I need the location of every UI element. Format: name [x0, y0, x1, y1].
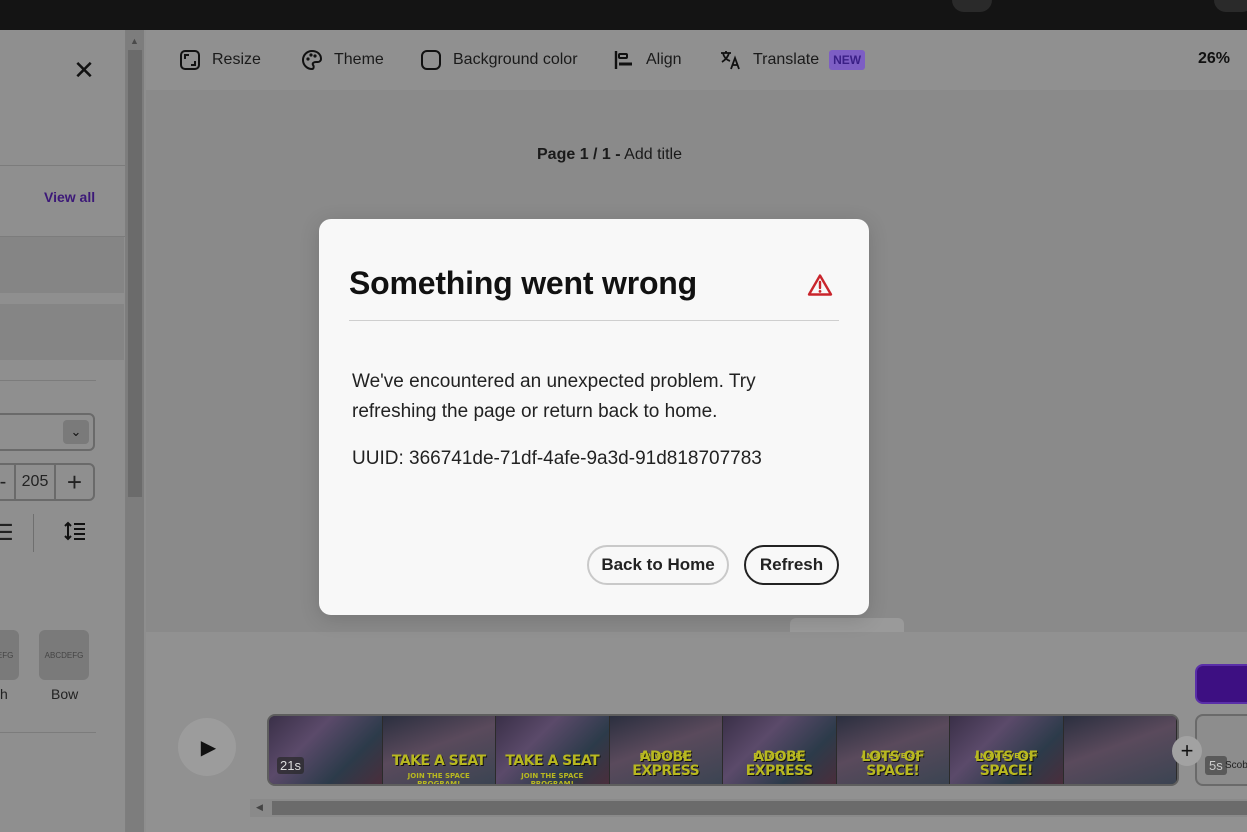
theme-label: Theme	[334, 51, 384, 68]
dialog-divider	[349, 320, 839, 321]
page-number: Page 1 / 1 -	[537, 146, 621, 163]
scrollbar-thumb[interactable]	[128, 50, 142, 497]
clip-frame: POWERED BY ADOBE EXPRESS	[723, 716, 837, 784]
left-panel-scrollbar[interactable]: ▲	[126, 30, 144, 832]
panel-option-row[interactable]	[0, 237, 124, 293]
clip-duration: 5s	[1205, 756, 1227, 775]
resize-label: Resize	[212, 51, 261, 68]
text-effect-bow[interactable]: ABCDEFG	[39, 630, 89, 680]
dialog-message: We've encountered an unexpected problem.…	[352, 371, 756, 422]
profile-avatar[interactable]	[1214, 0, 1247, 12]
font-select[interactable]: ⌄	[0, 413, 95, 451]
clip-frame: AND WE'VE GOT LOTS OF SPACE!	[836, 716, 950, 784]
panel-option-row[interactable]	[0, 304, 124, 360]
align-button[interactable]: Align	[612, 47, 682, 73]
share-button[interactable]	[1195, 664, 1247, 704]
translate-button[interactable]: Translate NEW	[719, 47, 866, 73]
play-button[interactable]: ▶	[178, 718, 236, 776]
video-clip[interactable]: JOIN THE SPACE PROGRAM! TAKE A SEAT JOIN T…	[267, 714, 1179, 786]
resize-icon	[178, 48, 202, 72]
increase-button[interactable]: +	[56, 465, 93, 499]
background-color-button[interactable]: Background color	[419, 47, 578, 73]
resize-button[interactable]: Resize	[178, 47, 261, 73]
background-swatch-icon	[419, 48, 443, 72]
timeline-scrollbar[interactable]: ◀	[250, 799, 1247, 817]
dialog-title: Something went wrong	[349, 265, 697, 301]
theme-button[interactable]: Theme	[300, 47, 384, 73]
effect-label: Bow	[51, 686, 79, 702]
align-label: Align	[646, 51, 682, 68]
frame-title: LOTS OF SPACE!	[861, 749, 925, 779]
scroll-up-icon[interactable]: ▲	[130, 36, 139, 46]
frame-thumbnail	[1063, 716, 1176, 784]
frame-title: ADOBE EXPRESS	[745, 749, 813, 779]
list-icon[interactable]: ☰	[0, 520, 14, 546]
effect-preview: ABCDEFG	[44, 650, 84, 660]
frame-title: TAKE A SEAT	[391, 753, 486, 769]
clip-duration: 21s	[277, 757, 304, 774]
editor-toolbar: Resize Theme Background color Align Tran…	[146, 30, 1247, 90]
translate-label: Translate	[753, 51, 820, 68]
frame-title: TAKE A SEAT	[505, 753, 600, 769]
frame-subtitle: JOIN THE SPACE PROGRAM!	[521, 772, 584, 784]
line-spacing-icon[interactable]	[64, 520, 86, 548]
alert-icon	[807, 273, 833, 297]
decrease-button[interactable]: -	[0, 465, 14, 499]
clip-frame: AND WE'VE GOT LOTS OF SPACE!	[950, 716, 1064, 784]
panel-divider	[33, 514, 34, 552]
scrollbar-thumb[interactable]	[272, 801, 1247, 815]
panel-divider	[0, 732, 96, 733]
effect-preview: ABCDEFG	[0, 650, 14, 660]
error-uuid: UUID: 366741de-71df-4afe-9a3d-91d8187077…	[352, 448, 762, 469]
clip-frame: JOIN THE SPACE PROGRAM! TAKE A SEAT	[496, 716, 610, 784]
app-top-bar	[0, 0, 1247, 30]
font-size-stepper[interactable]: - 205 +	[0, 463, 95, 501]
chevron-down-icon: ⌄	[63, 420, 89, 444]
close-icon[interactable]: ✕	[72, 57, 96, 83]
refresh-button[interactable]: Refresh	[744, 545, 839, 585]
palette-icon	[300, 48, 324, 72]
font-size-value[interactable]: 205	[14, 465, 56, 499]
text-effect-arch[interactable]: ABCDEFG	[0, 630, 19, 680]
page-label: Page 1 / 1 - Add title	[537, 146, 682, 164]
background-color-label: Background color	[453, 51, 578, 68]
clip-frame: POWERED BY ADOBE EXPRESS	[609, 716, 723, 784]
play-icon: ▶	[200, 736, 217, 759]
add-title-link[interactable]: Add title	[624, 146, 682, 163]
video-clip[interactable]: 5s Scob	[1195, 714, 1247, 786]
translate-icon	[719, 48, 743, 72]
back-to-home-button[interactable]: Back to Home	[587, 545, 729, 585]
align-icon	[612, 48, 636, 72]
top-bar-button[interactable]	[952, 0, 992, 12]
clip-frame	[1063, 716, 1177, 784]
clip-label: Scob	[1225, 760, 1247, 771]
panel-divider	[0, 380, 96, 381]
frame-title: ADOBE EXPRESS	[632, 749, 700, 779]
panel-divider	[0, 165, 125, 166]
timeline: ▶ JOIN THE SPACE PROGRAM! TAKE A SEAT JOIN…	[146, 632, 1247, 832]
left-panel: ✕ View all ⌄ - 205 + ☰ ABCDEFG h ABCDEFG…	[0, 30, 126, 832]
scroll-left-icon[interactable]: ◀	[256, 802, 263, 813]
zoom-level[interactable]: 26%	[1198, 50, 1230, 68]
error-dialog: Something went wrong We've encountered a…	[319, 219, 869, 615]
new-badge: NEW	[829, 50, 866, 70]
clip-frame: JOIN THE SPACE PROGRAM! TAKE A SEAT	[382, 716, 496, 784]
frame-subtitle: JOIN THE SPACE PROGRAM!	[407, 772, 470, 784]
frame-title: LOTS OF SPACE!	[974, 749, 1038, 779]
effect-label: h	[0, 686, 8, 702]
view-all-link[interactable]: View all	[44, 189, 95, 205]
add-clip-button[interactable]: +	[1172, 736, 1202, 766]
